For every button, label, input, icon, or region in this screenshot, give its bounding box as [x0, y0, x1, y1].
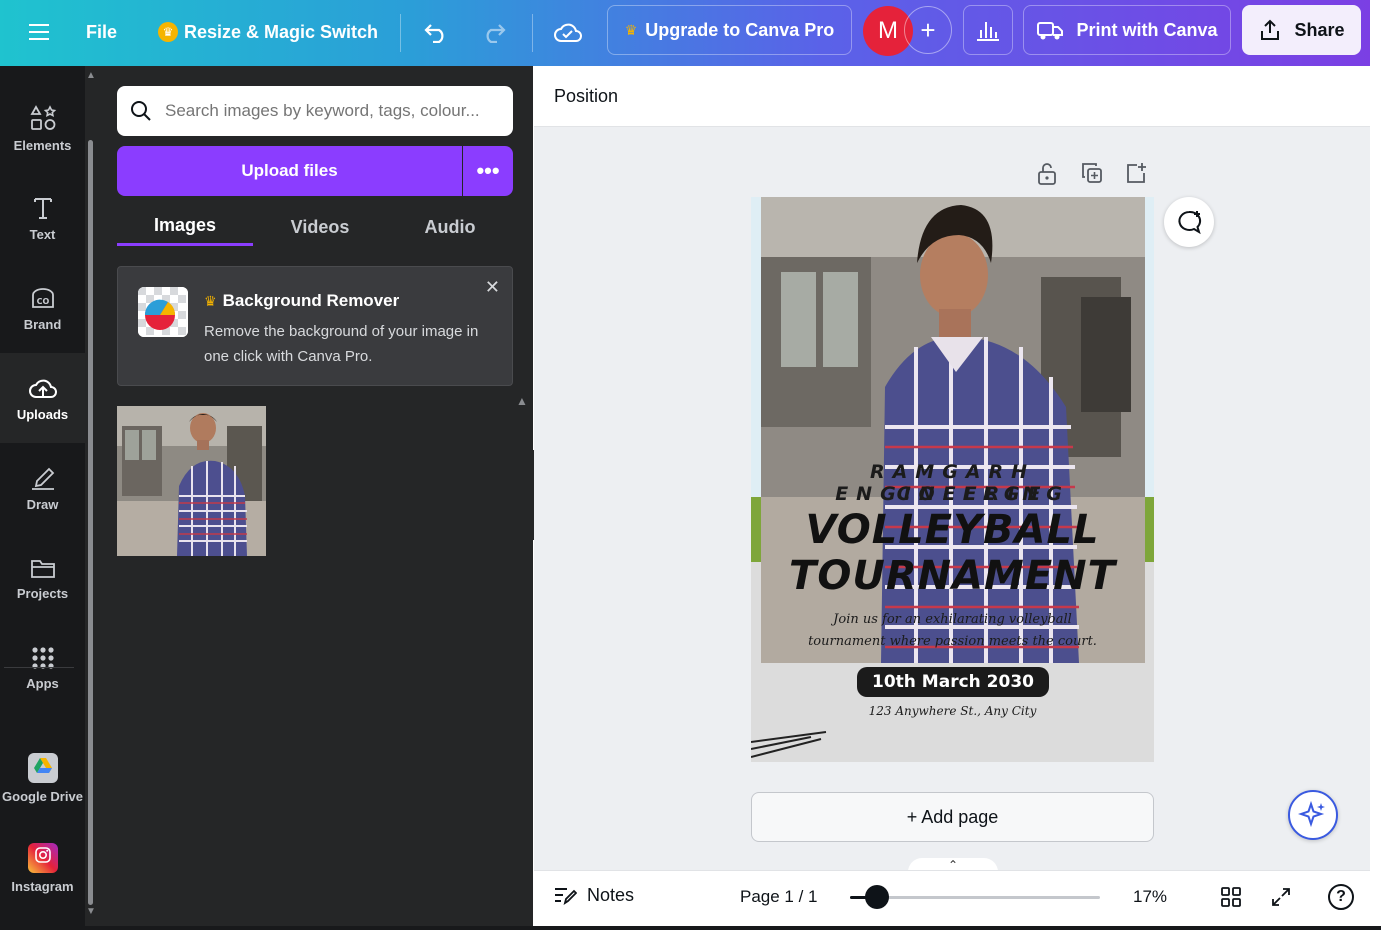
nav-draw[interactable]: Draw — [0, 443, 85, 533]
search-bar[interactable] — [117, 86, 513, 136]
nav-elements[interactable]: Elements — [0, 83, 85, 173]
address-text[interactable]: 123 Anywhere St., Any City — [751, 704, 1154, 718]
scroll-up-arrow[interactable]: ▲ — [86, 70, 96, 81]
promo-text: Remove the background of your image in o… — [204, 323, 479, 365]
help-icon[interactable]: ? — [1328, 884, 1354, 910]
elements-icon — [29, 104, 56, 130]
cloud-saved-icon[interactable] — [550, 16, 586, 48]
search-icon — [131, 101, 151, 121]
redo-icon[interactable] — [478, 16, 510, 48]
divider — [400, 14, 401, 52]
tab-images[interactable]: Images — [117, 208, 253, 246]
nav-uploads[interactable]: Uploads — [0, 353, 85, 443]
nav-projects[interactable]: Projects — [0, 533, 85, 623]
title-tournament[interactable]: TOURNAMENT — [751, 553, 1154, 599]
undo-icon[interactable] — [420, 16, 452, 48]
notes-button[interactable]: Notes — [553, 884, 634, 906]
nav-divider — [4, 667, 74, 668]
share-button[interactable]: Share — [1242, 5, 1361, 55]
window-edge — [1370, 0, 1381, 930]
resize-magic-switch-button[interactable]: ♛ Resize & Magic Switch — [158, 18, 378, 46]
tab-videos[interactable]: Videos — [253, 208, 387, 246]
duplicate-page-icon[interactable] — [1081, 162, 1103, 186]
notes-icon — [555, 888, 577, 906]
nav-apps[interactable]: Apps — [0, 623, 85, 713]
folder-icon — [30, 559, 55, 578]
menu-icon[interactable] — [26, 18, 54, 46]
truck-icon — [1037, 22, 1064, 40]
sparkle-icon — [1298, 800, 1325, 828]
zoom-level[interactable]: 17% — [1133, 887, 1167, 907]
upload-files-button[interactable]: Upload files — [117, 146, 462, 196]
date-badge[interactable]: 10th March 2030 — [857, 667, 1049, 697]
divider — [532, 14, 533, 52]
add-page-button[interactable]: + Add page — [751, 792, 1154, 842]
insights-button[interactable] — [963, 5, 1013, 55]
nav-brand[interactable]: CO Brand — [0, 263, 85, 353]
panel-scroll-up[interactable]: ▲ — [516, 394, 528, 408]
background-remover-promo[interactable]: ♛ Background Remover Remove the backgroun… — [117, 266, 513, 386]
add-comment-button[interactable] — [1164, 197, 1214, 247]
scroll-down-arrow[interactable]: ▼ — [86, 906, 96, 917]
comment-plus-icon — [1178, 210, 1202, 235]
zoom-slider[interactable] — [850, 885, 1100, 909]
zoom-slider-handle[interactable] — [865, 885, 889, 909]
tagline-line2[interactable]: tournament where passion meets the court… — [751, 634, 1154, 649]
bar-chart-icon — [977, 22, 999, 41]
instagram-icon — [27, 842, 58, 873]
window-bottom-edge — [0, 926, 1381, 930]
position-button[interactable]: Position — [554, 86, 618, 107]
nav-text[interactable]: Text — [0, 173, 85, 263]
cloud-upload-icon — [28, 379, 57, 398]
panel-scrollbar[interactable] — [88, 140, 93, 905]
add-page-icon[interactable] — [1125, 162, 1147, 186]
add-collaborator-button[interactable]: + — [904, 6, 952, 54]
more-options-icon[interactable]: ••• — [463, 146, 513, 196]
apps-grid-icon — [31, 646, 54, 669]
magic-assistant-button[interactable] — [1288, 790, 1338, 840]
share-icon — [1261, 19, 1280, 40]
design-page[interactable]: RAMGARH ENGINEERING COLLEGE VOLLEYBALL T… — [751, 197, 1154, 762]
search-input[interactable] — [165, 101, 495, 121]
title-volleyball[interactable]: VOLLEYBALL — [751, 507, 1154, 553]
fullscreen-icon[interactable] — [1270, 886, 1292, 913]
crown-icon: ♛ — [204, 293, 217, 309]
upgrade-pro-button[interactable]: ♛ Upgrade to Canva Pro — [607, 5, 852, 55]
crown-icon: ♛ — [158, 22, 178, 42]
google-drive-icon — [27, 752, 58, 783]
uploaded-image-thumbnail[interactable] — [117, 406, 266, 556]
tagline-line1[interactable]: Join us for an exhilarating volleyball — [751, 612, 1154, 627]
close-icon[interactable]: ✕ — [485, 277, 500, 298]
promo-title: ♛ Background Remover — [204, 291, 400, 310]
nav-instagram[interactable]: Instagram — [0, 823, 85, 913]
top-bar: File ♛ Resize & Magic Switch ♛ Upgrade t… — [0, 0, 1370, 66]
file-menu[interactable]: File — [86, 18, 117, 46]
grid-view-icon[interactable] — [1220, 886, 1242, 913]
crown-icon: ♛ — [624, 21, 638, 38]
svg-text:CO: CO — [36, 297, 49, 306]
nav-google-drive[interactable]: Google Drive — [0, 733, 85, 823]
context-toolbar: Position — [534, 66, 1370, 127]
beach-ball-icon — [138, 287, 188, 337]
draw-icon — [31, 467, 54, 490]
print-with-canva-button[interactable]: Print with Canva — [1023, 5, 1231, 55]
text-icon — [33, 197, 52, 219]
college-heading-line2[interactable]: COLLEGE — [751, 483, 1154, 505]
page-indicator[interactable]: Page 1 / 1 — [740, 887, 818, 907]
brand-icon: CO — [31, 287, 54, 308]
tab-audio[interactable]: Audio — [387, 208, 513, 246]
lock-icon[interactable] — [1036, 162, 1058, 186]
